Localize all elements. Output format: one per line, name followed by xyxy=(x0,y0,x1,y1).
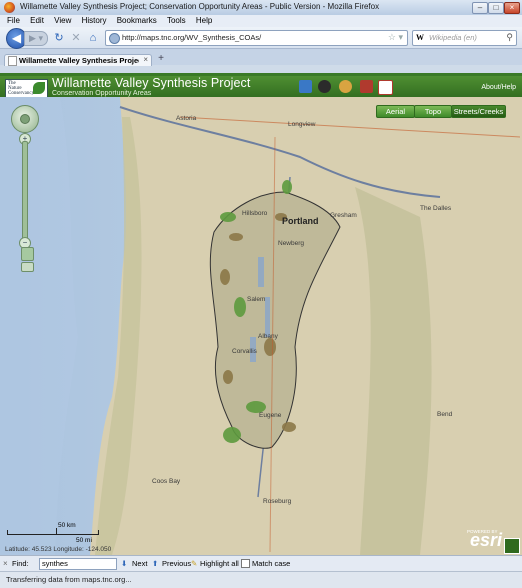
highlight-icon[interactable]: ✎ xyxy=(191,559,197,568)
close-button[interactable]: × xyxy=(504,2,520,14)
menu-bar: File Edit View History Bookmarks Tools H… xyxy=(0,15,522,27)
search-box[interactable]: W Wikipedia (en) ⚲ xyxy=(412,30,517,46)
find-previous-button[interactable]: Previous xyxy=(162,559,191,568)
new-tab-button[interactable]: + xyxy=(155,54,167,64)
identify-icon[interactable] xyxy=(339,80,352,93)
window-title-bar: Willamette Valley Synthesis Project; Con… xyxy=(0,0,522,15)
basemap-graphic xyxy=(0,97,522,555)
menu-help[interactable]: Help xyxy=(196,15,212,27)
find-bar: × Find: synthes ⬇ Next ⬆ Previous ✎ High… xyxy=(0,555,522,572)
logo-text: The Nature Conservancy xyxy=(8,81,35,96)
status-bar: Transferring data from maps.tnc.org... xyxy=(0,571,522,588)
coordinate-readout: Latitude: 45.523 Longitude: -124.050 xyxy=(5,546,112,553)
home-icon[interactable]: ⌂ xyxy=(86,31,100,45)
navigation-toolbar: ◀ ▶ ▾ ↻ ✕ ⌂ http://maps.tnc.org/WV_Synth… xyxy=(0,27,522,49)
place-label: Corvallis xyxy=(232,348,257,355)
address-bar[interactable]: http://maps.tnc.org/WV_Synthesis_COAs/ ☆… xyxy=(105,30,408,46)
find-close-icon[interactable]: × xyxy=(3,559,8,568)
leaf-icon xyxy=(33,82,45,94)
pan-center-icon[interactable] xyxy=(20,114,30,124)
place-label: Gresham xyxy=(330,212,357,219)
scale-km-label: 50 km xyxy=(58,522,76,529)
scale-mi-label: 50 mi xyxy=(76,537,92,544)
app-title: Willamette Valley Synthesis Project xyxy=(52,76,251,90)
menu-history[interactable]: History xyxy=(82,15,107,27)
menu-view[interactable]: View xyxy=(54,15,71,27)
minimize-button[interactable]: – xyxy=(472,2,488,14)
app-subtitle: Conservation Opportunity Areas xyxy=(52,90,152,97)
legend-icon[interactable] xyxy=(318,80,331,93)
zoom-slider[interactable] xyxy=(22,141,28,243)
menu-file[interactable]: File xyxy=(7,15,20,27)
place-label: The Dalles xyxy=(420,205,452,212)
scale-bar-tick xyxy=(56,528,57,534)
pan-control[interactable] xyxy=(11,105,39,133)
search-icon[interactable]: ⚲ xyxy=(506,32,513,43)
find-previous-icon[interactable]: ⬆ xyxy=(152,559,158,568)
place-label: Bend xyxy=(437,411,453,418)
firefox-icon xyxy=(4,2,15,13)
nature-conservancy-logo: The Nature Conservancy xyxy=(5,79,48,98)
tab-active[interactable]: Willamette Valley Synthesis Project; ...… xyxy=(4,54,152,66)
layers-icon[interactable] xyxy=(299,80,312,93)
place-label: Hillsboro xyxy=(242,210,268,217)
place-label: Coos Bay xyxy=(152,478,181,485)
basemap-streets-button[interactable]: Streets/Creeks xyxy=(451,105,506,118)
reload-icon[interactable]: ↻ xyxy=(52,31,66,45)
find-label: Find: xyxy=(12,559,29,568)
find-next-button[interactable]: Next xyxy=(132,559,147,568)
status-text: Transferring data from maps.tnc.org... xyxy=(6,575,132,584)
maximize-button[interactable]: □ xyxy=(488,2,504,14)
tab-close-icon[interactable]: × xyxy=(143,55,148,64)
match-case-checkbox[interactable] xyxy=(241,559,250,568)
place-label: Eugene xyxy=(259,412,282,419)
site-identity-icon[interactable] xyxy=(109,33,120,44)
app-header: The Nature Conservancy Willamette Valley… xyxy=(0,73,522,100)
stop-icon[interactable]: ✕ xyxy=(69,31,83,45)
highlight-all-button[interactable]: Highlight all xyxy=(200,559,239,568)
hand-tool-icon[interactable] xyxy=(21,247,34,261)
basemap-topo-button[interactable]: Topo xyxy=(414,105,452,118)
place-label: Salem xyxy=(247,296,266,303)
zoom-box-tool-icon[interactable] xyxy=(21,262,34,272)
basemap-aerial-button[interactable]: Aerial xyxy=(376,105,415,118)
forward-button[interactable]: ▶ ▾ xyxy=(24,31,48,46)
tab-label: Willamette Valley Synthesis Project; ... xyxy=(19,56,139,65)
find-next-icon[interactable]: ⬇ xyxy=(121,559,127,568)
map-view[interactable]: Aerial Topo Streets/Creeks + − Astoria L… xyxy=(0,97,522,555)
place-label: Portland xyxy=(282,216,319,226)
bookmark-star-icon[interactable]: ☆ ▾ xyxy=(388,32,403,43)
scale-bar xyxy=(7,530,99,535)
page-icon xyxy=(8,56,17,66)
report-icon[interactable] xyxy=(360,80,373,93)
menu-edit[interactable]: Edit xyxy=(30,15,44,27)
menu-tools[interactable]: Tools xyxy=(167,15,186,27)
place-label: Astoria xyxy=(176,115,197,122)
window-title: Willamette Valley Synthesis Project; Con… xyxy=(20,2,380,11)
search-placeholder: Wikipedia (en) xyxy=(429,33,477,42)
pdf-icon[interactable] xyxy=(378,80,393,95)
esri-logo: esri xyxy=(470,530,503,550)
match-case-label: Match case xyxy=(252,559,291,568)
tab-bar: Willamette Valley Synthesis Project; ...… xyxy=(0,49,522,66)
place-label: Longview xyxy=(288,121,316,128)
place-label: Newberg xyxy=(278,240,305,247)
find-input[interactable]: synthes xyxy=(39,558,117,570)
place-label: Albany xyxy=(258,333,278,340)
menu-bookmarks[interactable]: Bookmarks xyxy=(117,15,157,27)
about-help-link[interactable]: About/Help xyxy=(481,84,516,91)
address-text: http://maps.tnc.org/WV_Synthesis_COAs/ xyxy=(122,33,262,42)
overview-map-button[interactable] xyxy=(504,538,520,554)
wikipedia-icon[interactable]: W xyxy=(416,33,424,42)
place-label: Roseburg xyxy=(263,498,292,505)
